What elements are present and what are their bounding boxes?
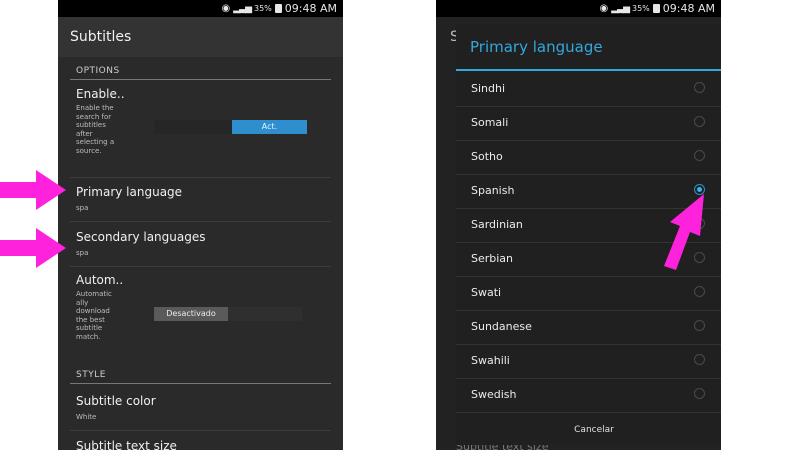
setting-title: Subtitle text size <box>76 439 177 450</box>
dialog-title: Primary language <box>470 38 603 56</box>
annotation-arrow-icon <box>0 170 66 268</box>
language-option-swedish[interactable]: Swedish <box>456 378 721 413</box>
radio-button[interactable] <box>694 150 705 161</box>
option-label: Sindhi <box>471 82 506 95</box>
style-section-header: STYLE <box>70 363 331 384</box>
battery-icon <box>652 4 660 13</box>
setting-value: spa <box>76 204 89 212</box>
option-label: Serbian <box>471 252 514 265</box>
setting-title: Primary language <box>76 185 183 199</box>
primary-language-setting[interactable]: Primary language spa <box>70 177 331 222</box>
language-option-somali[interactable]: Somali <box>456 106 721 141</box>
subtitle-size-setting[interactable]: Subtitle text size <box>70 431 331 450</box>
option-label: Spanish <box>471 184 515 197</box>
settings-screen: ◉ ▂▃▅ 35% 09:48 AM Subtitles OPTIONS Ena… <box>58 0 343 450</box>
language-option-sotho[interactable]: Sotho <box>456 140 721 175</box>
toggle-track <box>228 307 302 321</box>
subtitle-color-setting[interactable]: Subtitle color White <box>70 385 331 431</box>
settings-list: OPTIONS Enable.. Enable the search for s… <box>58 57 343 450</box>
toggle-track <box>154 120 232 134</box>
language-option-sundanese[interactable]: Sundanese <box>456 310 721 345</box>
app-bar: Subtitles <box>58 17 343 57</box>
clock: 09:48 AM <box>284 2 337 15</box>
battery-percent: 35% <box>254 4 272 13</box>
language-option-swahili[interactable]: Swahili <box>456 344 721 379</box>
option-label: Somali <box>471 116 509 129</box>
setting-title: Enable.. <box>76 87 125 101</box>
setting-description: Automatic ally download the best subtitl… <box>76 290 112 341</box>
option-label: Sundanese <box>471 320 532 333</box>
cancel-button[interactable]: Cancelar <box>456 415 721 445</box>
annotation-arrow-icon <box>664 194 704 270</box>
signal-icon: ▂▃▅ <box>233 3 252 14</box>
radio-button[interactable] <box>694 388 705 399</box>
setting-description: Enable the search for subtitles after se… <box>76 104 115 155</box>
clock: 09:48 AM <box>662 2 715 15</box>
language-option-sindhi[interactable]: Sindhi <box>456 72 721 107</box>
radio-button[interactable] <box>694 286 705 297</box>
setting-value: White <box>76 413 97 421</box>
enable-toggle-button[interactable]: Act. <box>232 120 307 134</box>
option-label: Sardinian <box>471 218 523 231</box>
setting-title: Autom.. <box>76 273 124 287</box>
battery-percent: 35% <box>632 4 650 13</box>
battery-icon <box>274 4 282 13</box>
section-label: OPTIONS <box>76 66 120 76</box>
radio-button[interactable] <box>694 354 705 365</box>
radio-button[interactable] <box>694 116 705 127</box>
options-section-header: OPTIONS <box>70 59 331 80</box>
language-option-swati[interactable]: Swati <box>456 276 721 311</box>
dialog-title-divider <box>456 69 721 71</box>
secondary-languages-setting[interactable]: Secondary languages spa <box>70 222 331 267</box>
page-title: Subtitles <box>70 29 132 45</box>
setting-title: Secondary languages <box>76 230 206 244</box>
option-label: Sotho <box>471 150 503 163</box>
auto-download-toggle-button[interactable]: Desactivado <box>154 307 228 321</box>
radio-button[interactable] <box>694 320 705 331</box>
section-label: STYLE <box>76 370 106 380</box>
signal-icon: ▂▃▅ <box>611 3 630 14</box>
option-label: Swedish <box>471 388 517 401</box>
status-bar: ◉ ▂▃▅ 35% 09:48 AM <box>436 0 721 17</box>
setting-value: spa <box>76 249 89 257</box>
status-bar: ◉ ▂▃▅ 35% 09:48 AM <box>58 0 343 17</box>
option-label: Swati <box>471 286 502 299</box>
wifi-icon: ◉ <box>599 3 609 14</box>
option-label: Swahili <box>471 354 510 367</box>
radio-button[interactable] <box>694 82 705 93</box>
wifi-icon: ◉ <box>221 3 231 14</box>
setting-title: Subtitle color <box>76 394 156 408</box>
